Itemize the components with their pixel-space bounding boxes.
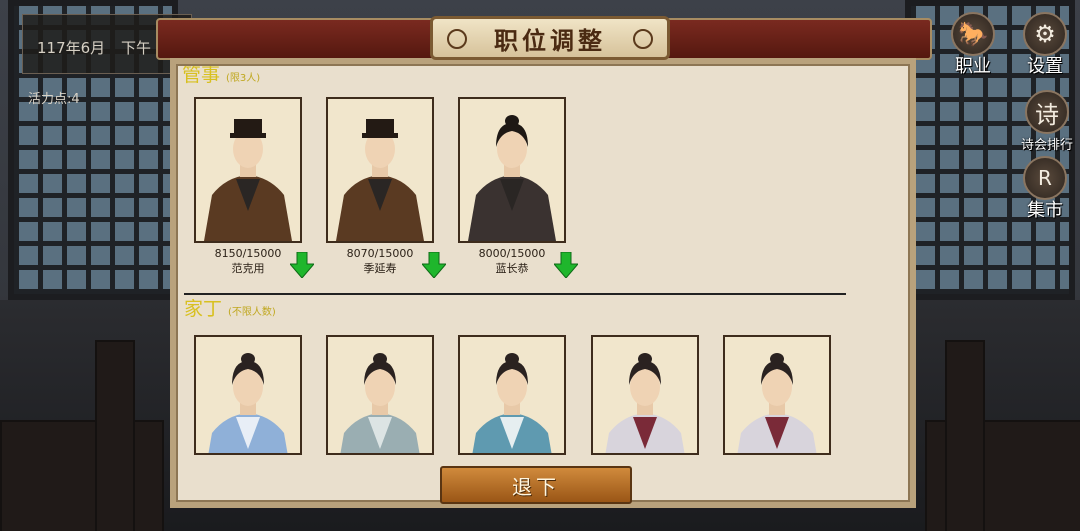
steward-name: 蓝长恭 [495,262,529,275]
servant-portrait [605,353,685,453]
steward-exp: 8070/15000 [346,247,414,260]
chair-right [945,340,985,531]
steward-section-limit: (限3人) [226,73,261,84]
poetry-ranking-button[interactable]: 诗 诗会排行 [1014,90,1080,153]
withdraw-button[interactable]: 退下 [440,466,632,504]
servant-portrait-card[interactable] [458,335,566,455]
servant-portrait [737,353,817,453]
steward-portrait [204,119,292,241]
profession-label: 职业 [955,56,991,77]
poetry-ranking-label: 诗会排行 [1020,138,1073,153]
table-left [0,420,164,531]
demote-arrow-icon[interactable] [288,251,316,279]
steward-portrait [336,119,424,241]
steward-portrait-card[interactable] [194,97,302,243]
servant-portrait-card[interactable] [326,335,434,455]
scroll-ornament-left-icon [447,29,467,49]
chair-left [95,340,135,531]
market-icon: R [1023,156,1067,200]
profession-button[interactable]: 🐎 职业 [944,12,1002,78]
poetry-icon: 诗 [1025,90,1069,134]
servant-section-title: 家丁 [184,298,223,320]
market-label: 集市 [1027,200,1063,221]
steward-portrait [468,115,556,241]
servant-section-header: 家丁 (不限人数) [184,294,276,321]
scroll-ornament-right-icon [633,29,653,49]
demote-arrow-icon[interactable] [420,251,448,279]
vitality-points: 活力点:4 [28,92,80,107]
steward-portrait-card[interactable] [458,97,566,243]
steward-exp: 8000/15000 [478,247,546,260]
servant-portrait [340,353,420,453]
steward-name: 季延寿 [363,262,397,275]
steward-section-title: 管事 [182,66,221,86]
steward-exp: 8150/15000 [214,247,282,260]
servant-portrait [208,353,288,453]
date-text: 117年6月 [37,39,106,57]
settings-label: 设置 [1027,56,1063,77]
gear-icon: ⚙ [1023,12,1067,56]
steward-portrait-card[interactable] [326,97,434,243]
settings-button[interactable]: ⚙ 设置 [1016,12,1074,78]
servant-portrait-card[interactable] [591,335,699,455]
market-button[interactable]: R 集市 [1016,156,1074,222]
servant-section-limit: (不限人数) [228,307,276,318]
section-divider [184,293,846,295]
servant-portrait [472,353,552,453]
steward-section-header: 管事 (限3人) [182,66,260,87]
servant-portrait-card[interactable] [194,335,302,455]
steward-info: 8070/15000 季延寿 [325,246,435,276]
steward-name: 范克用 [231,262,265,275]
steward-info: 8150/15000 范克用 [193,246,303,276]
panel-title-plate: 职位调整 [430,16,670,60]
time-of-day-text: 下午 [121,39,152,57]
profession-icon: 🐎 [951,12,995,56]
servant-portrait-card[interactable] [723,335,831,455]
panel-title: 职位调整 [494,26,606,55]
steward-info: 8000/15000 蓝长恭 [457,246,567,276]
demote-arrow-icon[interactable] [552,251,580,279]
